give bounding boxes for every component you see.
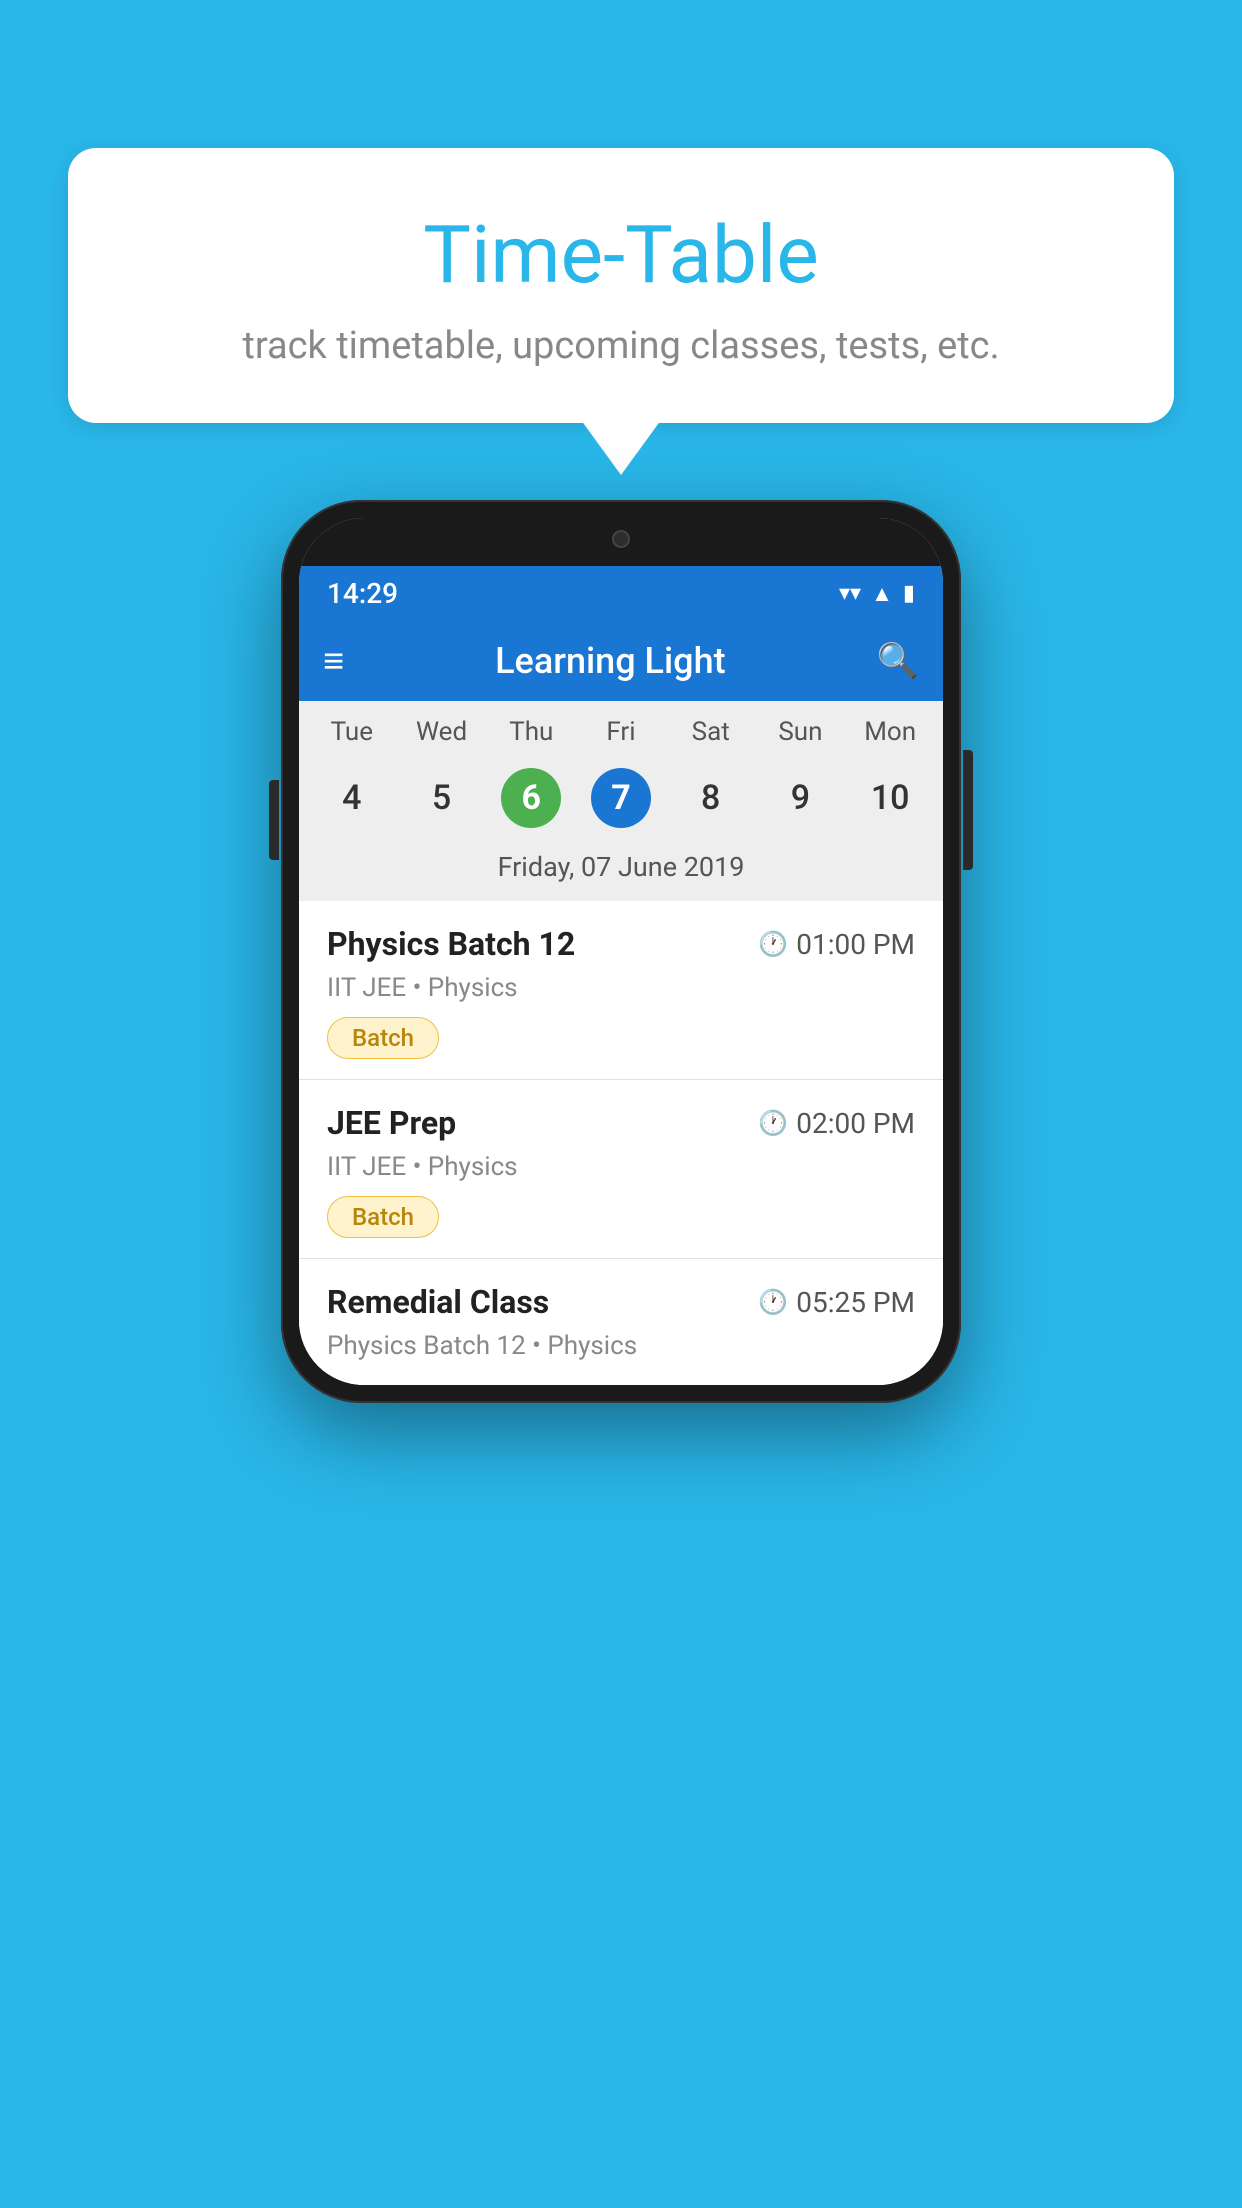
- weekday-sat: Sat: [666, 717, 756, 757]
- schedule-list: Physics Batch 12 🕐 01:00 PM IIT JEE • Ph…: [299, 901, 943, 1385]
- clock-icon-3: 🕐: [758, 1288, 788, 1316]
- status-bar: 14:29 ▾▾ ▲ ▮: [299, 566, 943, 621]
- schedule-item-1-title: Physics Batch 12: [327, 925, 575, 963]
- camera-dot: [612, 530, 630, 548]
- weekday-tue: Tue: [307, 717, 397, 757]
- weekday-thu: Thu: [486, 717, 576, 757]
- schedule-item-1-time: 🕐 01:00 PM: [758, 928, 915, 961]
- weekday-sun: Sun: [756, 717, 846, 757]
- phone-outer-frame: 14:29 ▾▾ ▲ ▮ ≡ Learning Light 🔍 Tue Wed …: [281, 500, 961, 1403]
- speech-bubble-section: Time-Table track timetable, upcoming cla…: [68, 148, 1174, 423]
- date-10[interactable]: 10: [845, 763, 935, 833]
- schedule-item-2-title: JEE Prep: [327, 1104, 456, 1142]
- weekday-fri: Fri: [576, 717, 666, 757]
- batch-badge-2: Batch: [327, 1196, 439, 1238]
- schedule-item-1-time-text: 01:00 PM: [796, 928, 915, 961]
- schedule-item-1-subtitle: IIT JEE • Physics: [327, 973, 915, 1003]
- schedule-item-3-time-text: 05:25 PM: [796, 1286, 915, 1319]
- phone-notch: [299, 518, 943, 566]
- schedule-item-1[interactable]: Physics Batch 12 🕐 01:00 PM IIT JEE • Ph…: [299, 901, 943, 1080]
- signal-icon: ▲: [871, 581, 893, 607]
- calendar-strip: Tue Wed Thu Fri Sat Sun Mon 4 5: [299, 701, 943, 901]
- schedule-item-3-header: Remedial Class 🕐 05:25 PM: [327, 1283, 915, 1321]
- weekdays-row: Tue Wed Thu Fri Sat Sun Mon: [299, 717, 943, 757]
- clock-icon-2: 🕐: [758, 1109, 788, 1137]
- clock-icon-1: 🕐: [758, 930, 788, 958]
- app-bar: ≡ Learning Light 🔍: [299, 621, 943, 701]
- hamburger-icon[interactable]: ≡: [323, 643, 344, 679]
- status-icons: ▾▾ ▲ ▮: [839, 581, 915, 607]
- schedule-item-2-subtitle: IIT JEE • Physics: [327, 1152, 915, 1182]
- search-icon[interactable]: 🔍: [877, 641, 919, 681]
- schedule-item-3-subtitle: Physics Batch 12 • Physics: [327, 1331, 915, 1361]
- bubble-title: Time-Table: [118, 208, 1124, 302]
- date-5[interactable]: 5: [397, 763, 487, 833]
- app-title: Learning Light: [364, 640, 857, 682]
- schedule-item-2-time: 🕐 02:00 PM: [758, 1107, 915, 1140]
- battery-icon: ▮: [903, 581, 915, 606]
- schedule-item-2-time-text: 02:00 PM: [796, 1107, 915, 1140]
- notch-cutout: [541, 518, 701, 560]
- date-7-selected[interactable]: 7: [576, 763, 666, 833]
- phone-mockup: 14:29 ▾▾ ▲ ▮ ≡ Learning Light 🔍 Tue Wed …: [281, 500, 961, 1403]
- date-8[interactable]: 8: [666, 763, 756, 833]
- date-4[interactable]: 4: [307, 763, 397, 833]
- schedule-item-3-time: 🕐 05:25 PM: [758, 1286, 915, 1319]
- wifi-icon: ▾▾: [839, 581, 861, 606]
- date-9[interactable]: 9: [756, 763, 846, 833]
- status-time: 14:29: [327, 577, 398, 610]
- batch-badge-1: Batch: [327, 1017, 439, 1059]
- date-6-today[interactable]: 6: [486, 763, 576, 833]
- schedule-item-1-header: Physics Batch 12 🕐 01:00 PM: [327, 925, 915, 963]
- selected-date-label: Friday, 07 June 2019: [299, 843, 943, 901]
- speech-bubble-card: Time-Table track timetable, upcoming cla…: [68, 148, 1174, 423]
- schedule-item-3[interactable]: Remedial Class 🕐 05:25 PM Physics Batch …: [299, 1259, 943, 1385]
- schedule-item-2-header: JEE Prep 🕐 02:00 PM: [327, 1104, 915, 1142]
- schedule-item-2[interactable]: JEE Prep 🕐 02:00 PM IIT JEE • Physics Ba…: [299, 1080, 943, 1259]
- weekday-mon: Mon: [845, 717, 935, 757]
- dates-row: 4 5 6 7 8 9: [299, 757, 943, 843]
- bubble-subtitle: track timetable, upcoming classes, tests…: [118, 324, 1124, 368]
- weekday-wed: Wed: [397, 717, 487, 757]
- schedule-item-3-title: Remedial Class: [327, 1283, 549, 1321]
- phone-screen: 14:29 ▾▾ ▲ ▮ ≡ Learning Light 🔍 Tue Wed …: [299, 518, 943, 1385]
